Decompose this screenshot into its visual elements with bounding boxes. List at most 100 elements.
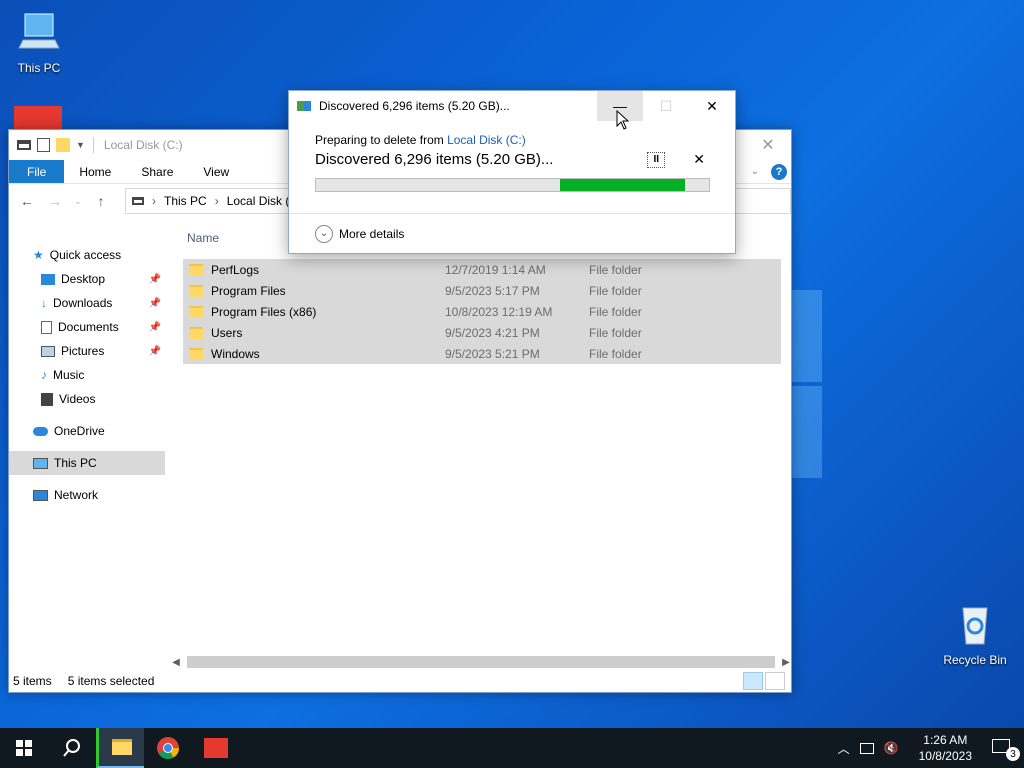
sidebar-item-network[interactable]: Network	[9, 483, 165, 507]
cancel-operation-button[interactable]: ✕	[693, 151, 705, 168]
operation-headline: Discovered 6,296 items (5.20 GB)...	[315, 151, 554, 168]
sidebar-item-downloads[interactable]: ↓ Downloads 📌	[9, 291, 165, 315]
tab-view[interactable]: View	[188, 160, 244, 183]
sidebar-item-label: Network	[54, 488, 99, 502]
start-button[interactable]	[0, 728, 48, 768]
sidebar-item-onedrive[interactable]: OneDrive	[9, 419, 165, 443]
search-icon	[63, 739, 80, 757]
windows-logo-pane	[792, 386, 822, 478]
chevron-down-icon: ⌄	[315, 224, 333, 243]
computer-icon	[18, 13, 60, 49]
selection-count: 5 items selected	[67, 674, 155, 688]
location-link[interactable]: Local Disk (C:)	[447, 133, 526, 147]
tab-home[interactable]: Home	[64, 160, 126, 183]
desktop-icon-label: Recycle Bin	[943, 653, 1007, 667]
folder-icon	[189, 347, 203, 360]
table-row[interactable]: Users 9/5/2023 4:21 PM File folder	[183, 322, 781, 343]
sidebar-item-videos[interactable]: Videos	[9, 387, 165, 411]
taskbar: ︿ 🔇 1:26 AM 10/8/2023 3	[0, 728, 1024, 768]
sidebar-item-this-pc[interactable]: This PC	[9, 451, 165, 475]
progress-bar-fill	[559, 179, 686, 191]
status-bar: 5 items 5 items selected	[9, 670, 791, 692]
sidebar-item-label: Quick access	[49, 248, 122, 262]
chevron-up-icon[interactable]: ︿	[838, 740, 850, 757]
pause-button[interactable]: II	[647, 151, 666, 168]
scroll-left-icon[interactable]: ◀	[171, 657, 181, 668]
taskbar-anydesk[interactable]	[192, 728, 240, 768]
scrollbar-thumb[interactable]	[187, 656, 775, 668]
file-name: Windows	[211, 346, 260, 361]
tab-file[interactable]: File	[9, 160, 65, 183]
desktop-icon-this-pc[interactable]: This PC	[1, 10, 77, 75]
breadcrumb-this-pc[interactable]: This PC	[164, 194, 207, 208]
details-view-icon[interactable]	[743, 672, 763, 690]
new-folder-icon[interactable]	[56, 138, 70, 152]
pin-icon[interactable]: 📌	[149, 274, 161, 285]
divider	[92, 137, 94, 153]
view-switcher	[743, 672, 791, 690]
properties-icon[interactable]	[37, 138, 50, 152]
cloud-icon	[33, 426, 48, 436]
scroll-right-icon[interactable]: ▶	[781, 657, 791, 668]
expand-ribbon-icon[interactable]: ⌄	[751, 166, 759, 177]
sidebar-item-music[interactable]: ♪ Music	[9, 363, 165, 387]
file-name: Program Files	[211, 283, 286, 298]
help-icon[interactable]: ?	[771, 163, 787, 180]
drive-icon	[132, 197, 144, 205]
forward-arrow-icon[interactable]: →	[45, 193, 65, 209]
table-row[interactable]: Program Files 9/5/2023 5:17 PM File fold…	[183, 280, 781, 301]
recent-locations-icon[interactable]: ⌄	[73, 196, 83, 207]
window-title: Local Disk (C:)	[103, 138, 183, 152]
file-type: File folder	[589, 283, 642, 298]
large-icons-view-icon[interactable]	[765, 672, 785, 690]
taskbar-chrome[interactable]	[144, 728, 192, 768]
more-details-toggle[interactable]: ⌄ More details	[289, 213, 735, 253]
search-button[interactable]	[48, 728, 96, 768]
close-icon: ✕	[761, 137, 775, 154]
quick-access-toolbar: ▼	[17, 138, 85, 152]
download-icon: ↓	[41, 296, 47, 310]
close-button[interactable]: ✕	[689, 91, 735, 121]
pin-icon[interactable]: 📌	[149, 346, 161, 357]
network-icon[interactable]	[859, 742, 874, 754]
file-date: 9/5/2023 5:17 PM	[445, 283, 540, 298]
file-name: Program Files (x86)	[211, 304, 317, 319]
action-center-button[interactable]: 3	[992, 739, 1020, 761]
operation-description: Preparing to delete from Local Disk (C:)	[315, 133, 709, 147]
pin-icon[interactable]: 📌	[149, 298, 161, 309]
file-explorer-icon	[111, 739, 132, 755]
up-arrow-icon[interactable]: ↑	[91, 193, 111, 209]
folder-icon	[189, 263, 203, 276]
table-row[interactable]: Windows 9/5/2023 5:21 PM File folder	[183, 343, 781, 364]
tab-share[interactable]: Share	[126, 160, 188, 183]
chevron-down-icon[interactable]: ▼	[76, 140, 85, 150]
desktop-icon-recycle-bin[interactable]: Recycle Bin	[937, 602, 1013, 667]
table-row[interactable]: PerfLogs 12/7/2019 1:14 AM File folder	[183, 259, 781, 280]
back-arrow-icon[interactable]: ←	[17, 193, 37, 209]
sidebar-item-pictures[interactable]: Pictures 📌	[9, 339, 165, 363]
music-icon: ♪	[41, 368, 47, 382]
file-date: 9/5/2023 4:21 PM	[445, 325, 540, 340]
folder-icon	[189, 326, 203, 339]
maximize-button[interactable]: ☐	[643, 91, 689, 121]
sidebar-item-label: This PC	[54, 456, 97, 470]
recycle-bin-icon	[962, 607, 988, 645]
pin-icon[interactable]: 📌	[149, 322, 161, 333]
volume-muted-icon[interactable]: 🔇	[884, 741, 899, 755]
file-date: 10/8/2023 12:19 AM	[445, 304, 553, 319]
horizontal-scrollbar[interactable]: ◀ ▶	[171, 654, 791, 670]
close-button[interactable]: ✕	[745, 130, 791, 160]
table-row[interactable]: Program Files (x86) 10/8/2023 12:19 AM F…	[183, 301, 781, 322]
file-type: File folder	[589, 262, 642, 277]
file-name: Users	[211, 325, 243, 340]
sidebar-item-desktop[interactable]: Desktop 📌	[9, 267, 165, 291]
chevron-right-icon: ›	[152, 194, 156, 208]
sidebar-item-documents[interactable]: Documents 📌	[9, 315, 165, 339]
operation-prefix: Preparing to delete from	[315, 133, 448, 147]
windows-logo-pane	[792, 290, 822, 382]
sidebar-item-quick-access[interactable]: ★ Quick access	[9, 243, 165, 267]
computer-icon	[33, 457, 48, 469]
taskbar-file-explorer[interactable]	[96, 728, 144, 768]
app-shortcut-icon[interactable]	[14, 106, 62, 130]
clock[interactable]: 1:26 AM 10/8/2023	[919, 732, 972, 764]
